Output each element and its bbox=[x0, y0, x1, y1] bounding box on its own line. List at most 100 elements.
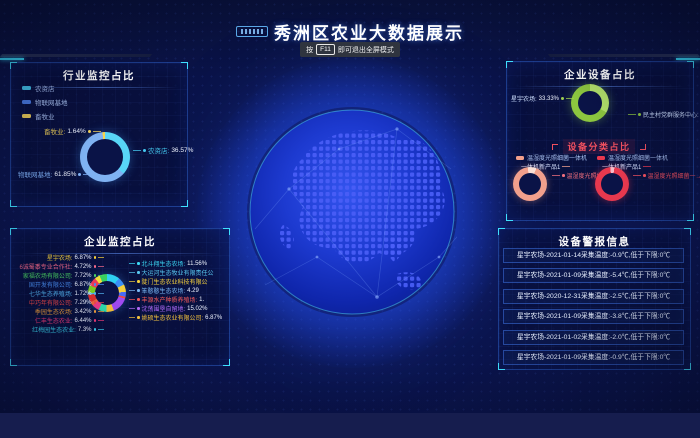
pie-label-dot bbox=[88, 130, 91, 133]
leader-line bbox=[133, 150, 141, 151]
alarm-list: 星宇农场-2021-01-14采集温度:-0.9℃,低于下限:0℃ 星宇农场-2… bbox=[503, 248, 684, 365]
donut-hole bbox=[601, 173, 623, 195]
dashboard-root: 秀洲区农业大数据展示 按 F11 即可退出全屏模式 行业监控占比 农资店 物联网… bbox=[0, 0, 700, 438]
pie-label: 丰源水产种质养殖场:1. bbox=[129, 295, 227, 304]
pie-label-dot bbox=[561, 97, 564, 100]
pie-label: 物联网基地: 61.85% bbox=[18, 169, 91, 179]
pie-label-value: 1. bbox=[199, 297, 204, 303]
enterprise-labels-left: 星宇农场:6.87% 6诚蜀黍专业合作社:4.72% 家福农场有限公司:7.72… bbox=[12, 253, 104, 330]
corner-accent bbox=[10, 62, 17, 69]
corner-accent bbox=[10, 359, 17, 366]
alarm-row: 星宇农场-2021-01-09采集温度:-5.4℃,低于下限:0℃ bbox=[503, 268, 684, 283]
leader-line bbox=[562, 166, 570, 167]
panel-title: 企业设备占比 bbox=[507, 62, 693, 82]
pie-label-value: 15.02% bbox=[187, 306, 207, 312]
legend-item[interactable]: 农资店 bbox=[22, 83, 68, 93]
leader-line bbox=[98, 266, 104, 267]
panel-title: 企业监控占比 bbox=[11, 229, 229, 249]
pie-label-dot bbox=[638, 113, 641, 116]
pie-label: 仁丰生态农业:6.44% bbox=[12, 316, 104, 325]
pie-label-name: 季园生态农场: bbox=[35, 307, 73, 316]
pie-label-name: 七华生态养殖场: bbox=[29, 289, 73, 298]
legend-item[interactable]: 物联网基地 bbox=[22, 97, 68, 107]
donut-hole bbox=[578, 91, 602, 115]
leader-line bbox=[129, 308, 135, 309]
header-accent-right bbox=[676, 58, 700, 60]
device-class-title: 设备分类占比 bbox=[506, 139, 692, 154]
pie-label-value: 3.42% bbox=[74, 309, 91, 315]
pie-label: 红梅园生态农业:7.3% bbox=[12, 325, 104, 334]
enterprise-labels-right: 北斗翔生态农场:11.56% 大运河生态牧业有限责任公 陡门生态农业科技有限公 … bbox=[129, 259, 227, 321]
globe-visual bbox=[247, 107, 457, 317]
bracket-accent bbox=[640, 144, 646, 150]
donut-hole bbox=[87, 139, 123, 175]
legend-item[interactable]: 温湿度光照细菌一体机 bbox=[516, 153, 587, 162]
f11-keycap: F11 bbox=[316, 44, 335, 55]
pie-label-value: 4.29 bbox=[187, 288, 199, 294]
pie-label-name: 物联网基地: bbox=[18, 169, 52, 179]
device-class-donut-left[interactable] bbox=[513, 167, 547, 201]
pie-label-name: 红梅园生态农业: bbox=[32, 325, 76, 334]
pie-label: 姚硕生态农业有限公司:6.87% bbox=[129, 313, 227, 322]
industry-legend: 农资店 物联网基地 畜牧业 bbox=[22, 83, 68, 121]
pie-label: 国开发有限公司:6.87% bbox=[12, 280, 104, 289]
corner-accent bbox=[10, 228, 17, 235]
pie-label-dot bbox=[562, 174, 565, 177]
legend-item[interactable]: 畜牧业 bbox=[22, 111, 68, 121]
corner-accent bbox=[506, 214, 513, 221]
pie-label-value: 33.33% bbox=[539, 96, 559, 102]
legend-item[interactable]: 温湿度光照细菌一体机 bbox=[597, 153, 668, 162]
leader-line bbox=[93, 131, 101, 132]
pie-label-dot bbox=[94, 256, 97, 259]
pie-label-dot bbox=[137, 271, 140, 274]
legend-label: 农资店 bbox=[35, 83, 55, 93]
legend-label: 物联网基地 bbox=[35, 97, 68, 107]
leader-line bbox=[129, 317, 135, 318]
corner-accent bbox=[10, 200, 17, 207]
pie-label-name: 温湿度光照细菌一→ bbox=[648, 171, 700, 180]
pie-label-name: 笨憨憨生态农场: bbox=[142, 286, 186, 295]
pie-label: 陡门生态农业科技有限公 bbox=[129, 277, 227, 286]
pie-label-dot bbox=[137, 316, 140, 319]
legend-swatch bbox=[22, 86, 31, 91]
equipment-donut-chart[interactable] bbox=[571, 84, 609, 122]
pie-label-dot bbox=[94, 265, 97, 268]
corner-accent bbox=[684, 363, 691, 370]
leader-line bbox=[98, 293, 104, 294]
corner-accent bbox=[223, 359, 230, 366]
pie-label: 6诚蜀黍专业合作社:4.72% bbox=[12, 262, 104, 271]
pie-label: 温湿度光照细菌一→ bbox=[633, 171, 700, 180]
pie-label-dot bbox=[137, 262, 140, 265]
pie-label: 农资店: 36.57% bbox=[133, 145, 193, 155]
pie-label-value: 61.85% bbox=[54, 171, 76, 178]
pie-label-value: 1.72% bbox=[74, 291, 91, 297]
legend-label: 温湿度光照细菌一体机 bbox=[527, 153, 587, 162]
pie-label-dot bbox=[94, 283, 97, 286]
device-class-donut-right[interactable] bbox=[595, 167, 629, 201]
legend-swatch bbox=[22, 114, 31, 119]
leader-line bbox=[98, 311, 104, 312]
pie-label-name: 中巧年有限公司: bbox=[29, 298, 73, 307]
pie-label-name: 姚硕生态农业有限公司: bbox=[142, 313, 204, 322]
leader-line bbox=[98, 275, 104, 276]
pie-label-dot bbox=[143, 149, 146, 152]
pie-label-dot bbox=[94, 292, 97, 295]
leader-line bbox=[129, 290, 135, 291]
pie-label-value: 7.3% bbox=[78, 327, 92, 333]
pie-label-value: 1.64% bbox=[67, 128, 85, 135]
pie-label-name: 国开发有限公司: bbox=[29, 280, 73, 289]
pie-label: 星宇农场: 33.33% bbox=[511, 94, 574, 103]
pie-label-dot bbox=[94, 328, 97, 331]
pie-label: 笨憨憨生态农场:4.29 bbox=[129, 286, 227, 295]
pie-label: 大运河生态牧业有限责任公 bbox=[129, 268, 227, 277]
section-title: 设备分类占比 bbox=[563, 139, 634, 154]
pie-label-value: 11.56% bbox=[187, 261, 207, 267]
pie-label-name: 星宇农场: bbox=[47, 253, 73, 262]
header: 秀洲区农业大数据展示 bbox=[0, 19, 700, 44]
panel-title: 行业监控占比 bbox=[11, 63, 187, 83]
pie-label-value: 36.57% bbox=[171, 147, 193, 154]
pie-label-dot bbox=[137, 280, 140, 283]
page-title: 秀洲区农业大数据展示 bbox=[274, 19, 464, 44]
pie-label: 星宇农场:6.87% bbox=[12, 253, 104, 262]
pie-label-name: 6诚蜀黍专业合作社: bbox=[19, 262, 72, 271]
